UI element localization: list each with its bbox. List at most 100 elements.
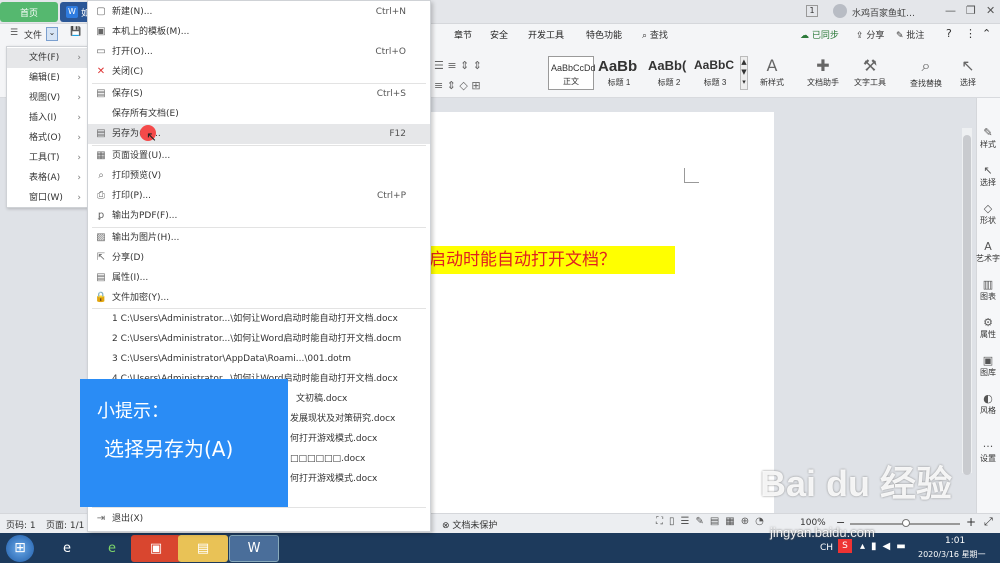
brush-icon: ✎	[983, 126, 993, 139]
zoom-in-icon[interactable]: +	[966, 515, 976, 529]
close-doc-icon: ✕	[96, 66, 106, 77]
menu-edit[interactable]: 编辑(E) ›	[7, 68, 87, 88]
hamburger-icon[interactable]: ☰	[10, 28, 18, 38]
clock-date[interactable]: 2020/3/16 星期一	[918, 549, 986, 560]
recent-file-3[interactable]: 3 C:\Users\Administrator\AppData\Roami..…	[88, 349, 430, 369]
page-count[interactable]: 页面: 1/1	[46, 518, 84, 531]
chart-icon: ▥	[982, 278, 994, 291]
encrypt-icon: 🔒	[94, 292, 108, 303]
menu-item-share[interactable]: ⇱ 分享(D)	[88, 248, 430, 268]
select-button[interactable]: ↖ 选择	[954, 56, 982, 88]
menu-item-exit[interactable]: ⇥ 退出(X)	[88, 509, 430, 529]
zoom-slider-thumb[interactable]	[902, 519, 910, 527]
menu-item-page-setup[interactable]: ▦ 页面设置(U)...	[88, 146, 430, 166]
ie-icon[interactable]: e	[42, 535, 92, 562]
menu-item-print-preview[interactable]: ⌕ 打印预览(V)	[88, 166, 430, 186]
panel-wordart[interactable]: A 艺术字	[976, 240, 1000, 264]
ime-indicator[interactable]: CH	[820, 543, 833, 553]
minimize-icon[interactable]: —	[945, 4, 956, 17]
tab-security[interactable]: 安全	[490, 28, 508, 41]
tray-icons[interactable]: ▴▮◀▬	[860, 541, 912, 552]
scrollbar-thumb[interactable]	[963, 135, 971, 475]
chevron-right-icon: ›	[77, 193, 81, 203]
sogou-ime-icon[interactable]: S	[838, 539, 852, 553]
restore-icon[interactable]: ❐	[966, 4, 976, 17]
start-button[interactable]: ⊞	[6, 535, 34, 562]
view-mode-buttons[interactable]: ⛶▯☰✎▤▦⊕◔	[656, 516, 770, 527]
close-icon[interactable]: ✕	[986, 4, 995, 17]
menu-item-properties[interactable]: ▤ 属性(I)...	[88, 268, 430, 288]
comment-button[interactable]: ✎ 批注	[896, 28, 924, 41]
menu-item-export-image[interactable]: ▨ 输出为图片(H)...	[88, 228, 430, 248]
panel-settings[interactable]: ··· 设置	[976, 440, 1000, 464]
new-style-button[interactable]: A 新样式	[758, 56, 786, 88]
recent-file-2[interactable]: 2 C:\Users\Administrator...\如何让Word启动时能自…	[88, 329, 430, 349]
panel-select[interactable]: ↖ 选择	[976, 164, 1000, 188]
file-menu-button[interactable]: 文件	[24, 28, 42, 41]
tab-features[interactable]: 特色功能	[586, 28, 622, 41]
search-button[interactable]: ⌕ 查找	[642, 28, 668, 41]
collapse-ribbon-icon[interactable]: ⌃	[982, 27, 991, 40]
menu-item-save[interactable]: ▤ 保存(S) Ctrl+S	[88, 84, 430, 104]
menu-item-print[interactable]: ⎙ 打印(P)... Ctrl+P	[88, 186, 430, 206]
share-button[interactable]: ⇪ 分享	[856, 28, 884, 41]
save-icon[interactable]: 💾	[70, 27, 81, 37]
pdf-icon: ꝑ	[97, 210, 105, 221]
search-icon: ⌕	[642, 31, 648, 41]
menu-table[interactable]: 表格(A) ›	[7, 168, 87, 188]
document-tab[interactable]: W 如	[60, 2, 90, 22]
user-name[interactable]: 水鸡百家鱼虹…	[852, 6, 915, 19]
page-number[interactable]: 页码: 1	[6, 518, 36, 531]
menu-file[interactable]: 文件(F) ›	[7, 48, 87, 68]
wps-taskbar-icon[interactable]: W	[229, 535, 279, 562]
panel-gallery[interactable]: ▣ 图库	[976, 354, 1000, 378]
open-folder-icon: ▭	[96, 46, 106, 57]
avatar[interactable]	[833, 4, 847, 18]
panel-chart[interactable]: ▥ 图表	[976, 278, 1000, 302]
menu-window[interactable]: 窗口(W) ›	[7, 188, 87, 208]
menu-item-open[interactable]: ▭ 打开(O)... Ctrl+O	[88, 42, 430, 62]
panel-theme[interactable]: ◐ 风格	[976, 392, 1000, 416]
panel-properties[interactable]: ⚙ 属性	[976, 316, 1000, 340]
browser-icon[interactable]: e	[87, 535, 137, 562]
panel-style[interactable]: ✎ 样式	[976, 126, 1000, 150]
tab-chapter[interactable]: 章节	[454, 28, 472, 41]
style-gallery-scroll[interactable]: ▲ ▼ ▾	[740, 56, 748, 90]
tip-body: 选择另存为(A)	[104, 437, 234, 461]
panel-shape[interactable]: ◇ 形状	[976, 202, 1000, 226]
style-normal[interactable]: AaBbCcDd 正文	[548, 56, 595, 90]
style-heading-1[interactable]: AaBb 标题 1	[596, 56, 642, 90]
margin-corner-mark	[684, 168, 699, 183]
home-tab[interactable]: 首页	[0, 2, 58, 22]
menu-format[interactable]: 格式(O) ›	[7, 128, 87, 148]
menu-view[interactable]: 视图(V) ›	[7, 88, 87, 108]
tab-developer[interactable]: 开发工具	[528, 28, 564, 41]
highlighted-text[interactable]: 启动时能自动打开文档？	[427, 246, 675, 274]
menu-item-encrypt[interactable]: 🔒 文件加密(Y)...	[88, 288, 430, 308]
protection-status[interactable]: ⊗ 文档未保护	[442, 518, 497, 531]
explorer-icon[interactable]: ▤	[178, 535, 228, 562]
menu-item-new[interactable]: ▢ 新建(N)... Ctrl+N	[88, 2, 430, 22]
menu-insert[interactable]: 插入(I) ›	[7, 108, 87, 128]
media-app-icon[interactable]: ▣	[131, 535, 181, 562]
menu-item-templates[interactable]: ▣ 本机上的模板(M)...	[88, 22, 430, 42]
menu-tools[interactable]: 工具(T) ›	[7, 148, 87, 168]
text-tools-icon: ⚒	[862, 56, 878, 75]
style-heading-3[interactable]: AaBbC 标题 3	[692, 56, 738, 90]
menu-item-close[interactable]: ✕ 关闭(C)	[88, 62, 430, 82]
paragraph-tools[interactable]: ☰ ≡ ⇕ ⇕ ≡ ⇕ ◇ ⊞	[434, 56, 482, 96]
help-button[interactable]: ?	[946, 27, 952, 40]
tip-heading: 小提示：	[97, 401, 169, 422]
style-heading-2[interactable]: AaBb( 标题 2	[646, 56, 692, 90]
chevron-down-icon[interactable]: ⌄	[46, 27, 58, 41]
recent-file-1[interactable]: 1 C:\Users\Administrator...\如何让Word启动时能自…	[88, 309, 430, 329]
clock-time[interactable]: 1:01	[945, 536, 965, 546]
text-tools-button[interactable]: ⚒ 文字工具	[850, 56, 890, 88]
doc-assistant-button[interactable]: ✚ 文档助手	[806, 56, 840, 88]
menu-item-save-all[interactable]: 保存所有文档(E)	[88, 104, 430, 124]
find-replace-button[interactable]: ⌕ 查找替换	[906, 56, 946, 89]
menu-item-export-pdf[interactable]: ꝑ 输出为PDF(F)...	[88, 206, 430, 226]
fullscreen-icon[interactable]: ⤢	[984, 515, 993, 529]
sync-status[interactable]: ☁ 已同步	[800, 28, 839, 41]
more-icon[interactable]: ⋮	[965, 27, 976, 40]
